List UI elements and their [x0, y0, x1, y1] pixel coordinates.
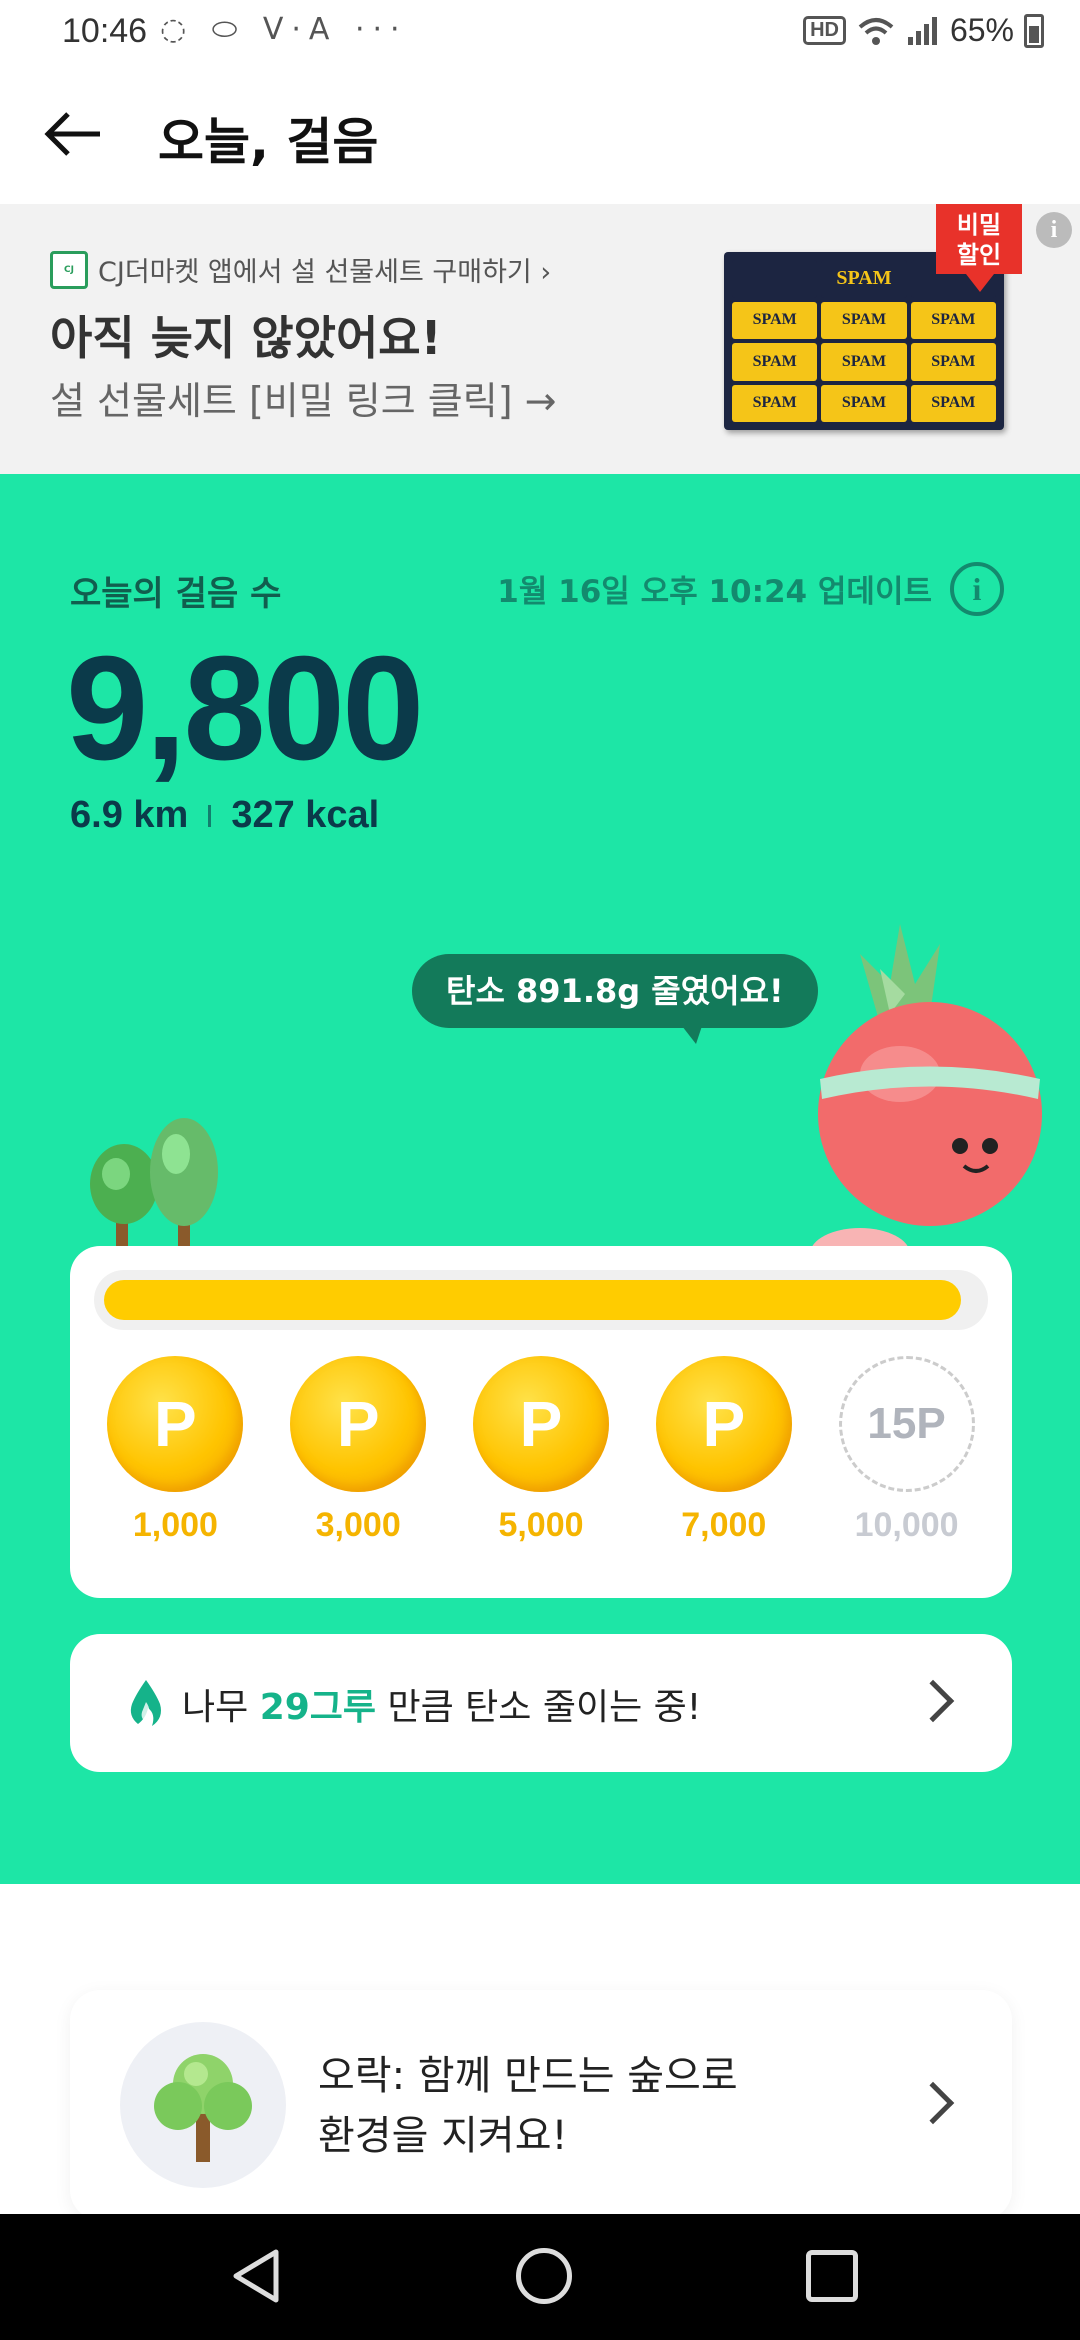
hd-icon: HD	[803, 16, 846, 45]
signal-icon	[907, 16, 937, 45]
step-progress-bar	[94, 1270, 988, 1330]
reward-milestone[interactable]: P 5,000	[461, 1356, 621, 1545]
tree-icon	[154, 2054, 252, 2162]
page-title: 오늘, 걸음	[158, 113, 379, 171]
locked-point-coin-icon[interactable]: 15P	[838, 1356, 975, 1492]
carbon-speech-bubble: 탄소 891.8g 줄였어요!	[412, 954, 818, 1044]
wifi-icon	[858, 17, 894, 45]
status-time: 10:46	[62, 12, 148, 50]
point-coin-icon[interactable]: P	[655, 1356, 792, 1492]
tree-illustration-icon	[90, 1118, 218, 1264]
point-coin-icon[interactable]: P	[107, 1356, 244, 1492]
reward-milestone[interactable]: P 1,000	[95, 1356, 255, 1545]
step-count: 9,800	[66, 626, 424, 791]
carbon-reduction-card[interactable]: 나무 29그루 만큼 탄소 줄이는 중!	[70, 1634, 1012, 1772]
milestone-steps: 1,000	[132, 1506, 218, 1544]
point-coin-icon[interactable]: P	[472, 1356, 609, 1492]
update-timestamp: 1월 16일 오후 10:24 업데이트	[497, 574, 932, 610]
nav-recents-icon[interactable]	[806, 2250, 858, 2302]
nav-home-icon[interactable]	[516, 2248, 572, 2304]
fire-icon	[130, 1680, 161, 1726]
app-bar: 오늘, 걸음	[0, 66, 1080, 204]
battery-percent: 65%	[949, 12, 1014, 48]
battery-icon	[1024, 13, 1044, 48]
chevron-right-icon	[911, 2081, 955, 2125]
notification-icons: ◌ ⬭ V·A ···	[160, 12, 408, 47]
secret-discount-badge: 비밀 할인	[936, 204, 1022, 292]
forest-icon-bg	[120, 2022, 286, 2188]
milestone-steps: 3,000	[315, 1506, 401, 1544]
steps-section: 오늘의 걸음 수 1월 16일 오후 10:24 업데이트 i 9,800 6.…	[0, 474, 1080, 1884]
status-bar: 10:46 ◌ ⬭ V·A ··· HD 65%	[0, 0, 1080, 66]
carbon-reduction-text: 나무 29그루 만큼 탄소 줄이는 중!	[182, 1687, 702, 1728]
nav-back-icon[interactable]	[228, 2246, 288, 2306]
forest-campaign-text: 오락: 함께 만드는 숲으로 환경을 지켜요!	[318, 2053, 738, 2159]
status-right: HD 65%	[803, 12, 1044, 49]
divider	[208, 804, 212, 827]
distance-value: 6.9 km	[70, 794, 189, 836]
banner-source: CJ CJ더마켓 앱에서 설 선물세트 구매하기 ›	[50, 250, 551, 289]
steps-info-icon[interactable]: i	[950, 562, 1004, 616]
steps-label: 오늘의 걸음 수	[70, 574, 282, 614]
banner-title: 아직 늦지 않았어요!	[50, 311, 442, 365]
tree-count: 29그루	[259, 1687, 377, 1728]
chevron-right-icon	[911, 1679, 955, 1723]
calories-value: 327 kcal	[231, 794, 380, 836]
cj-market-logo-icon: CJ	[50, 250, 88, 289]
reward-milestones: P 1,000 P 3,000 P 5,000 P 7,000 15P 10,000	[70, 1356, 1012, 1545]
banner-link-text[interactable]: 설 선물세트 [비밀 링크 클릭] →	[50, 370, 556, 425]
milestone-steps: 5,000	[498, 1506, 584, 1544]
system-nav-bar	[0, 2214, 1080, 2340]
spam-gift-set-image: SPAM SPAM SPAM SPAM SPAM SPAM SPAM SPAM …	[724, 252, 1004, 430]
milestone-steps: 7,000	[681, 1506, 767, 1544]
point-coin-icon[interactable]: P	[290, 1356, 427, 1492]
milestone-steps: 10,000	[854, 1506, 959, 1544]
reward-milestone[interactable]: P 3,000	[278, 1356, 438, 1545]
forest-campaign-card[interactable]: 오락: 함께 만드는 숲으로 환경을 지켜요!	[70, 1990, 1012, 2220]
reward-milestone[interactable]: P 7,000	[644, 1356, 804, 1545]
reward-card: P 1,000 P 3,000 P 5,000 P 7,000 15P 10,000	[70, 1246, 1012, 1598]
distance-calories-row: 6.9 km 327 kcal	[70, 794, 379, 837]
banner-source-text: CJ더마켓 앱에서 설 선물세트 구매하기 ›	[98, 257, 552, 288]
step-progress-fill	[104, 1280, 961, 1320]
back-arrow-icon[interactable]	[40, 102, 110, 166]
reward-milestone[interactable]: 15P 10,000	[827, 1356, 987, 1545]
promo-banner[interactable]: CJ CJ더마켓 앱에서 설 선물세트 구매하기 › 아직 늦지 않았어요! 설…	[0, 204, 1080, 474]
ad-info-icon[interactable]: i	[1036, 212, 1072, 248]
